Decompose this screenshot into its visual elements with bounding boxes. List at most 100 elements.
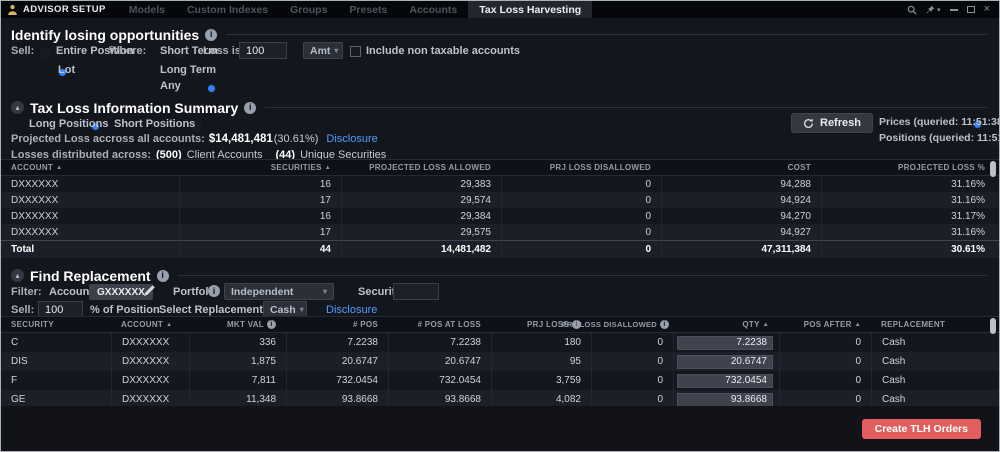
tab-custom-indexes[interactable]: Custom Indexes (176, 1, 279, 18)
col-prj-loss-disallowed[interactable]: PRJ LOSS DISALLOWED (501, 159, 661, 176)
footer-bar: Create TLH Orders (1, 406, 999, 451)
col-account[interactable]: ACCOUNT▲ (1, 159, 179, 176)
summary-title: Tax Loss Information Summary (30, 100, 238, 116)
col-num-pos[interactable]: # POS (286, 316, 388, 333)
create-tlh-orders-button[interactable]: Create TLH Orders (862, 419, 981, 439)
col-num-pos-at-loss[interactable]: # POS AT LOSS (388, 316, 491, 333)
info-icon[interactable]: i (208, 285, 220, 297)
disclosure-link[interactable]: Disclosure (326, 133, 377, 145)
security-input[interactable] (393, 283, 439, 300)
qty-input[interactable] (677, 355, 773, 369)
cell-securities: 17 (179, 192, 341, 208)
table-row[interactable]: GE DXXXXXX 11,348 93.8668 93.8668 4,082 … (1, 390, 999, 406)
table-row[interactable]: DIS DXXXXXX 1,875 20.6747 20.6747 95 0 0… (1, 352, 999, 371)
cell-security: F (1, 371, 111, 390)
table-row[interactable]: DXXXXXX 17 29,575 0 94,927 31.16% (1, 224, 999, 240)
sort-asc-icon: ▲ (325, 165, 331, 171)
cell-loss-disallowed: 0 (501, 192, 661, 208)
info-icon[interactable]: i (157, 270, 169, 282)
top-bar: ADVISOR SETUP Models Custom Indexes Grou… (1, 1, 999, 18)
portfolio-dropdown[interactable]: Independent ▾ (224, 283, 334, 300)
col-prj-loss-disallowed[interactable]: PRJ LOSS DISALLOWEDi (591, 316, 673, 333)
table-row[interactable]: DXXXXXX 16 29,384 0 94,270 31.17% (1, 208, 999, 224)
pin-menu[interactable]: ▾ (926, 5, 941, 14)
qty-input[interactable] (677, 393, 773, 407)
collapse-icon[interactable]: ▴ (11, 269, 24, 282)
maximize-icon[interactable] (967, 6, 975, 13)
tab-tax-loss-harvesting[interactable]: Tax Loss Harvesting (468, 1, 592, 18)
info-icon[interactable]: i (244, 102, 256, 114)
radio-entire-position[interactable] (40, 48, 51, 59)
sort-asc-icon: ▲ (56, 165, 62, 171)
col-cost[interactable]: COST (661, 159, 821, 176)
cell-replacement: Cash (871, 333, 999, 352)
chevron-down-icon: ▾ (937, 6, 941, 14)
edit-pencil-icon[interactable] (143, 284, 156, 297)
include-non-taxable-checkbox[interactable] (350, 46, 361, 57)
tab-accounts[interactable]: Accounts (398, 1, 468, 18)
cell-account: DXXXXXX (111, 371, 189, 390)
col-security[interactable]: SECURITY (1, 316, 111, 333)
qty-input[interactable] (677, 336, 773, 350)
radio-long-positions-label[interactable]: Long Positions (29, 118, 108, 130)
cell-loss-disallowed: 0 (501, 208, 661, 224)
filter-label: Filter: (11, 286, 42, 298)
total-loss-allowed: 14,481,482 (341, 241, 501, 258)
radio-long-term-label[interactable]: Long Term (160, 64, 216, 76)
cell-securities: 17 (179, 224, 341, 240)
cell-pos-after: 0 (779, 371, 871, 390)
refresh-button[interactable]: Refresh (791, 113, 873, 133)
radio-short-positions-label[interactable]: Short Positions (114, 118, 195, 130)
search-icon[interactable] (907, 5, 917, 15)
cell-account: DXXXXXX (111, 352, 189, 371)
qty-input[interactable] (677, 374, 773, 388)
tab-groups[interactable]: Groups (279, 1, 338, 18)
col-account[interactable]: ACCOUNT▲ (111, 316, 189, 333)
cell-account: DXXXXXX (1, 224, 179, 240)
disclosure-link[interactable]: Disclosure (326, 304, 377, 316)
close-icon[interactable]: × (984, 4, 990, 15)
cell-mkt-val: 7,811 (189, 371, 286, 390)
cell-pos-after: 0 (779, 352, 871, 371)
loss-threshold-input[interactable] (239, 42, 287, 59)
include-non-taxable-label[interactable]: Include non taxable accounts (366, 45, 520, 57)
chevron-down-icon: ▾ (323, 287, 327, 296)
tab-presets[interactable]: Presets (338, 1, 398, 18)
col-qty[interactable]: QTY▲ (673, 316, 779, 333)
table-row[interactable]: C DXXXXXX 336 7.2238 7.2238 180 0 0 Cash (1, 333, 999, 352)
radio-lot-label[interactable]: Lot (58, 64, 75, 76)
amount-type-dropdown[interactable]: Amt ▾ (303, 42, 343, 59)
cell-pos-after: 0 (779, 333, 871, 352)
replacement-table-header: SECURITY ACCOUNT▲ MKT VALi # POS # POS A… (1, 316, 999, 333)
col-securities[interactable]: SECURITIES▲ (179, 159, 341, 176)
cell-loss-pct: 31.16% (821, 192, 999, 208)
col-projected-loss-allowed[interactable]: PROJECTED LOSS ALLOWED (341, 159, 501, 176)
scrollbar-thumb[interactable] (990, 161, 996, 177)
chevron-down-icon: ▾ (334, 46, 338, 55)
cell-account: DXXXXXX (111, 333, 189, 352)
collapse-icon[interactable]: ▴ (11, 101, 24, 114)
projected-loss-label: Projected Loss accross all accounts: (11, 133, 205, 145)
scrollbar-thumb[interactable] (990, 318, 996, 334)
col-mkt-val[interactable]: MKT VALi (189, 316, 286, 333)
table-row[interactable]: F DXXXXXX 7,811 732.0454 732.0454 3,759 … (1, 371, 999, 390)
replacement-section-header: ▴ Find Replacement i (11, 267, 987, 284)
col-pos-after[interactable]: POS AFTER▲ (779, 316, 871, 333)
total-loss-pct: 30.61% (821, 241, 999, 258)
tab-models[interactable]: Models (118, 1, 176, 18)
table-row[interactable]: DXXXXXX 16 29,383 0 94,288 31.16% (1, 176, 999, 192)
col-projected-loss-pct[interactable]: PROJECTED LOSS % (821, 159, 999, 176)
window-controls: ▾ × (907, 1, 999, 18)
table-row[interactable]: DXXXXXX 17 29,574 0 94,924 31.16% (1, 192, 999, 208)
radio-positions-queried-label[interactable]: Positions (queried: 11:51:38) (879, 132, 1000, 144)
info-icon[interactable]: i (205, 29, 217, 41)
cell-cost: 94,924 (661, 192, 821, 208)
sort-asc-icon: ▲ (763, 322, 769, 328)
col-replacement[interactable]: REPLACEMENT (871, 316, 999, 333)
app-title: ADVISOR SETUP (23, 4, 106, 15)
radio-any-label[interactable]: Any (160, 80, 181, 92)
cell-mkt-val: 1,875 (189, 352, 286, 371)
radio-prices-queried-label[interactable]: Prices (queried: 11:51:38) (879, 116, 1000, 128)
radio-any[interactable] (206, 83, 217, 94)
minimize-icon[interactable] (950, 9, 958, 11)
